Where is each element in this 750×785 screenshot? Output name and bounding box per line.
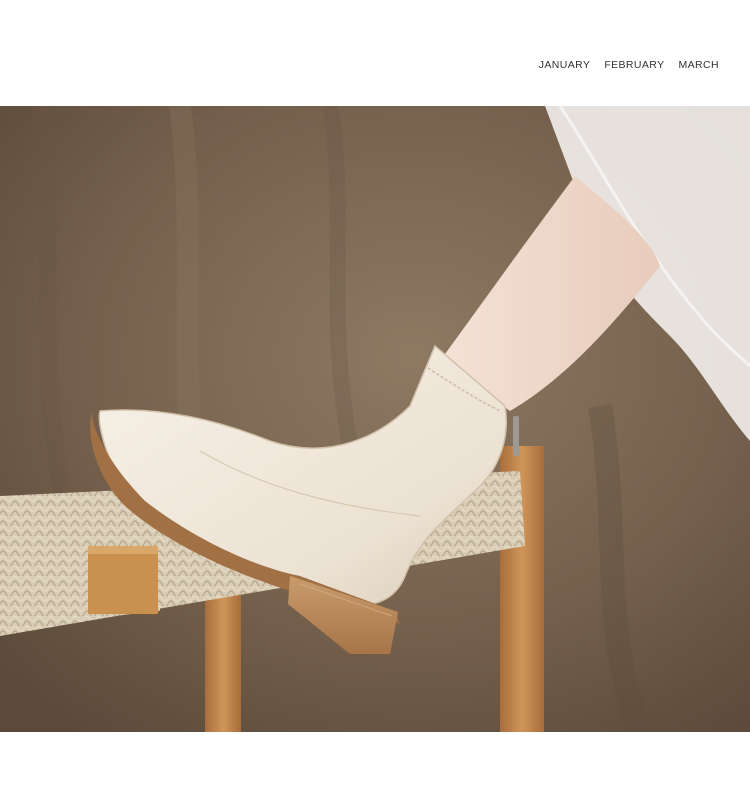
boot-scene-illustration [0, 106, 750, 732]
nav-item-january[interactable]: JANUARY [539, 59, 591, 71]
product-photo [0, 106, 750, 732]
zipper-pull [513, 416, 519, 456]
nav-item-february[interactable]: FEBRUARY [604, 59, 664, 71]
page: JANUARY FEBRUARY MARCH [0, 0, 750, 785]
bench-frame-corner [88, 546, 158, 614]
nav-item-march[interactable]: MARCH [679, 59, 720, 71]
month-nav: JANUARY FEBRUARY MARCH [539, 59, 719, 71]
